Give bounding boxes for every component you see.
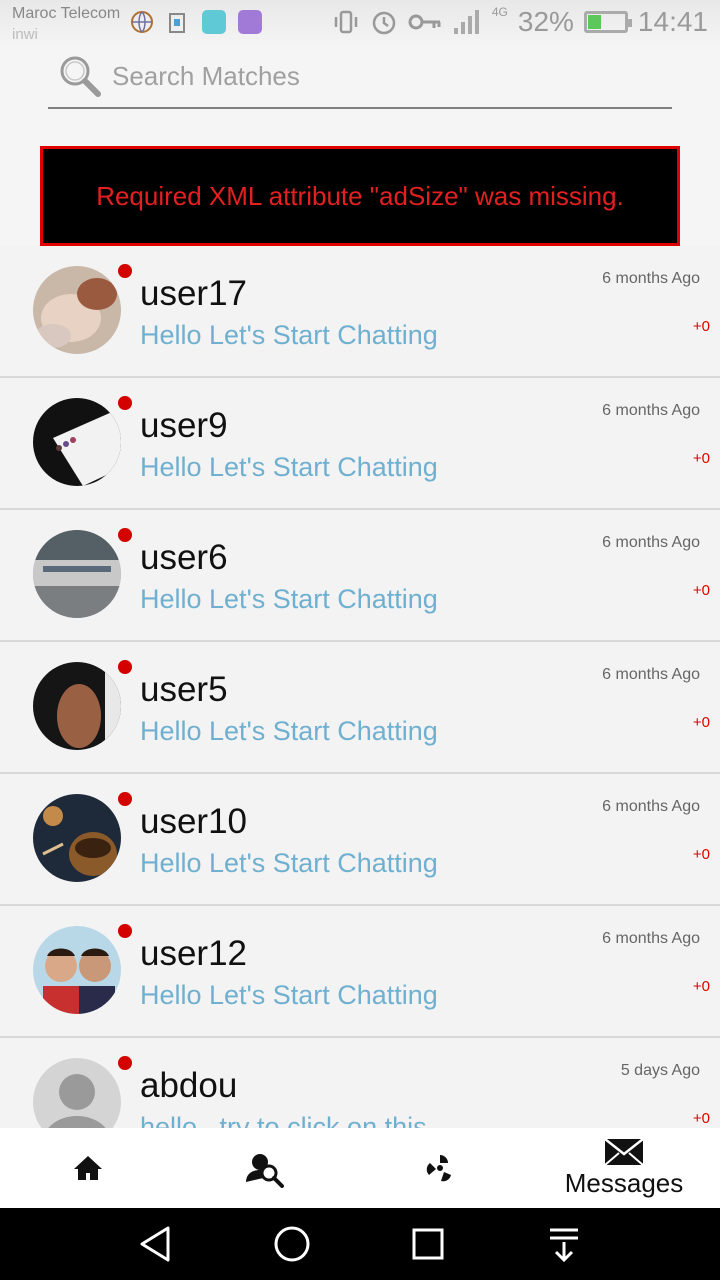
- android-icon: [202, 10, 226, 34]
- online-status-dot: [118, 924, 132, 938]
- avatar: [33, 926, 121, 1014]
- recents-icon[interactable]: [406, 1222, 450, 1266]
- status-right: 4G 32% 14:41: [332, 5, 708, 38]
- system-navigation-bar: [0, 1208, 720, 1280]
- conversation-row[interactable]: user5 Hello Let's Start Chatting 6 month…: [0, 642, 720, 774]
- contact-name: user17: [140, 274, 248, 313]
- carrier-name: Maroc Telecom: [12, 5, 121, 22]
- conversation-row[interactable]: user17 Hello Let's Start Chatting 6 mont…: [0, 246, 720, 378]
- nav-matches[interactable]: [400, 1128, 480, 1208]
- message-preview: Hello Let's Start Chatting: [140, 452, 438, 482]
- contact-name: user12: [140, 934, 248, 973]
- contact-name: user9: [140, 406, 228, 445]
- network-type: 4G: [491, 5, 508, 19]
- mail-icon: [604, 1137, 644, 1166]
- nav-messages[interactable]: Messages: [544, 1128, 704, 1208]
- home-circle-icon[interactable]: [270, 1222, 314, 1266]
- search-icon: [60, 56, 101, 97]
- avatar: [33, 398, 121, 486]
- nav-search[interactable]: [224, 1128, 304, 1208]
- back-icon[interactable]: [134, 1222, 178, 1266]
- unread-count: +0: [692, 318, 710, 335]
- gallery-icon: [238, 10, 262, 34]
- signal-icon: [453, 10, 479, 34]
- swirl-icon: [426, 1155, 451, 1182]
- notification-icons: [130, 10, 262, 34]
- carrier-secondary: inwi: [12, 26, 38, 43]
- ad-banner-error: Required XML attribute "adSize" was miss…: [40, 146, 680, 246]
- clock: 14:41: [637, 6, 708, 37]
- online-status-dot: [118, 660, 132, 674]
- message-preview: Hello Let's Start Chatting: [140, 584, 438, 614]
- nav-messages-label: Messages: [564, 1167, 684, 1198]
- contact-name: user5: [140, 670, 228, 709]
- person-search-icon: [246, 1154, 284, 1188]
- message-preview: hello , try to click on this: [140, 1112, 427, 1128]
- search-bar[interactable]: [48, 48, 672, 109]
- message-preview: Hello Let's Start Chatting: [140, 716, 438, 746]
- avatar: [33, 530, 121, 618]
- status-bar: Maroc Telecom inwi 4G 32% 14:41: [0, 0, 720, 48]
- online-status-dot: [118, 528, 132, 542]
- unread-count: +0: [692, 582, 710, 599]
- avatar: [33, 794, 121, 882]
- conversation-row[interactable]: abdou hello , try to click on this 5 day…: [0, 1038, 720, 1128]
- conversation-row[interactable]: user9 Hello Let's Start Chatting 6 month…: [0, 378, 720, 510]
- message-preview: Hello Let's Start Chatting: [140, 980, 438, 1010]
- battery-percent: 32%: [517, 6, 574, 37]
- avatar: [33, 1058, 121, 1128]
- message-time: 6 months Ago: [602, 798, 700, 815]
- ad-error-message: Required XML attribute "adSize" was miss…: [96, 180, 624, 211]
- contact-name: user10: [140, 802, 248, 841]
- search-input[interactable]: [112, 56, 652, 96]
- message-time: 6 months Ago: [602, 930, 700, 947]
- notification-pulldown-icon[interactable]: [542, 1222, 586, 1266]
- message-time: 6 months Ago: [602, 666, 700, 683]
- vibrate-icon: [334, 10, 358, 34]
- sim-icon: [169, 13, 185, 33]
- message-time: 6 months Ago: [602, 402, 700, 419]
- nav-home[interactable]: [48, 1128, 128, 1208]
- avatar: [33, 662, 121, 750]
- unread-count: +0: [692, 714, 710, 731]
- message-preview: Hello Let's Start Chatting: [140, 320, 438, 350]
- avatar: [33, 266, 121, 354]
- contact-name: user6: [140, 538, 228, 577]
- message-time: 5 days Ago: [620, 1062, 700, 1079]
- unread-count: +0: [692, 846, 710, 863]
- message-time: 6 months Ago: [602, 270, 700, 287]
- globe-icon: [131, 11, 153, 33]
- message-time: 6 months Ago: [602, 534, 700, 551]
- message-preview: Hello Let's Start Chatting: [140, 848, 438, 878]
- key-icon: [408, 14, 441, 30]
- battery-icon: [583, 11, 632, 33]
- unread-count: +0: [692, 978, 710, 995]
- conversation-list[interactable]: user17 Hello Let's Start Chatting 6 mont…: [0, 246, 720, 1128]
- online-status-dot: [118, 264, 132, 278]
- conversation-row[interactable]: user10 Hello Let's Start Chatting 6 mont…: [0, 774, 720, 906]
- bottom-navigation: Messages: [0, 1128, 720, 1208]
- online-status-dot: [118, 396, 132, 410]
- home-icon: [74, 1156, 102, 1180]
- unread-count: +0: [692, 1110, 710, 1127]
- online-status-dot: [118, 1056, 132, 1070]
- conversation-row[interactable]: user6 Hello Let's Start Chatting 6 month…: [0, 510, 720, 642]
- unread-count: +0: [692, 450, 710, 467]
- alarm-icon: [372, 11, 396, 35]
- online-status-dot: [118, 792, 132, 806]
- conversation-row[interactable]: user12 Hello Let's Start Chatting 6 mont…: [0, 906, 720, 1038]
- contact-name: abdou: [140, 1066, 238, 1105]
